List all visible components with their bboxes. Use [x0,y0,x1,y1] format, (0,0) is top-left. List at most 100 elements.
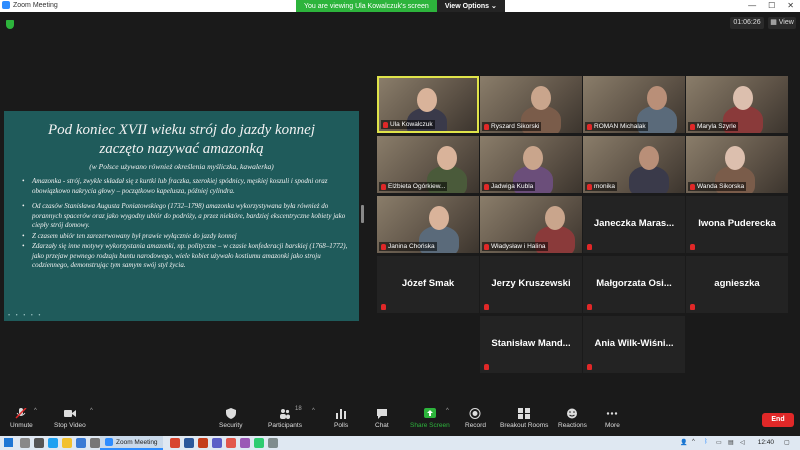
view-button[interactable]: ▦ View [768,17,796,29]
edge-icon[interactable] [48,438,58,448]
share-screen-button[interactable]: Share Screen [410,408,450,429]
audio-options-caret[interactable]: ^ [34,408,37,414]
reactions-label: Reactions [558,422,587,429]
tray-volume-icon[interactable]: ◁ [740,439,745,446]
shared-screen[interactable]: Pod koniec XVII wieku strój do jazdy kon… [4,111,359,321]
participant-tile[interactable]: Ula Kowalczuk [377,76,479,133]
slide-nav-dots[interactable]: • • • • • [8,313,43,319]
word-icon[interactable] [184,438,194,448]
participant-tile[interactable]: Stanisław Mand... [480,316,582,373]
meeting-toolbar: Unmute ^ Stop Video ^ Security Participa… [0,404,800,436]
participant-video-face [437,146,457,170]
split-handle[interactable] [361,205,364,223]
windows-start-icon[interactable] [4,438,13,447]
participant-tile[interactable]: Elżbieta Ogórkiew... [377,136,479,193]
participant-tile[interactable]: Władysław i Halina [480,196,582,253]
participants-options-caret[interactable]: ^ [312,408,315,414]
muted-microphone-icon [690,244,695,250]
slide-bullet: Od czasów Stanisława Augusta Poniatowski… [22,202,352,231]
record-button[interactable]: Record [465,408,486,429]
participant-tile[interactable]: ROMAN Michalak [583,76,685,133]
chat-button[interactable]: Chat [375,408,389,429]
windows-taskbar: Zoom Meeting 👤 ^ ᛒ ▭ ▤ ◁ 12:40 ▢ [0,436,800,450]
participant-name-label: Władysław i Halina [491,243,546,250]
media-player-icon[interactable] [240,438,250,448]
muted-microphone-icon [587,364,592,370]
polls-icon [336,409,347,419]
participant-tile[interactable]: Maryla Szyrle [686,76,788,133]
tray-people-icon[interactable]: 👤 [680,439,687,446]
search-icon[interactable] [20,438,30,448]
participant-tile[interactable]: Małgorzata Osi... [583,256,685,313]
muted-microphone-icon [484,183,489,190]
participants-label: Participants [268,422,302,429]
maximize-icon[interactable]: ☐ [768,1,775,10]
participant-tile[interactable]: monika [583,136,685,193]
tray-network-icon[interactable]: ▤ [728,439,734,446]
app-icon[interactable] [268,438,278,448]
unmute-button[interactable]: Unmute [10,408,33,429]
participant-name: monika [585,182,617,191]
participant-name: agnieszka [714,278,760,289]
participant-tile[interactable]: Janeczka Maras... [583,196,685,253]
participant-video-face [725,146,745,170]
participant-tile[interactable]: agnieszka [686,256,788,313]
participant-tile[interactable]: Janina Chońska [377,196,479,253]
participant-tile[interactable]: Jerzy Kruszewski [480,256,582,313]
unmute-label: Unmute [10,422,33,429]
participant-video-face [417,88,437,112]
muted-microphone-icon [690,304,695,310]
participant-name-label: ROMAN Michalak [594,123,646,130]
muted-microphone-icon [690,123,695,130]
muted-microphone-icon [381,304,386,310]
app-icon[interactable] [254,438,264,448]
view-options-button[interactable]: View Options ⌄ [436,0,505,12]
stop-video-button[interactable]: Stop Video [54,408,86,429]
mail-icon[interactable] [90,438,100,448]
participant-tile[interactable]: Iwona Puderecka [686,196,788,253]
participant-tile[interactable]: Józef Smak [377,256,479,313]
taskbar-clock: 12:40 [757,439,774,446]
minimize-icon[interactable]: — [748,1,756,10]
security-shield-icon[interactable] [6,20,14,29]
record-icon [469,408,481,419]
microphone-muted-icon [15,408,27,419]
tray-up-arrow-icon[interactable]: ^ [692,439,695,445]
breakout-rooms-button[interactable]: Breakout Rooms [500,408,548,429]
notifications-icon[interactable]: ▢ [784,439,790,446]
participant-name: Stanisław Mand... [491,338,571,349]
video-options-caret[interactable]: ^ [90,408,93,414]
shield-icon [225,408,236,419]
end-meeting-button[interactable]: End [762,413,794,427]
participant-name: ROMAN Michalak [585,122,648,131]
reactions-button[interactable]: Reactions [558,408,587,429]
polls-button[interactable]: Polls [334,408,348,429]
app-icon[interactable] [170,438,180,448]
teams-icon[interactable] [212,438,222,448]
more-button[interactable]: More [605,408,620,429]
tray-battery-icon[interactable]: ▭ [716,439,722,446]
breakout-rooms-label: Breakout Rooms [500,422,549,429]
participant-tile[interactable]: Jadwiga Kubla [480,136,582,193]
muted-microphone-icon [484,243,489,250]
security-button[interactable]: Security [219,408,242,429]
participant-video-figure [629,166,669,193]
taskbar-zoom-meeting[interactable]: Zoom Meeting [100,436,163,450]
participant-name-label: Ula Kowalczuk [390,121,433,128]
task-view-icon[interactable] [34,438,44,448]
file-explorer-icon[interactable] [62,438,72,448]
participant-tile[interactable]: Wanda Sikorska [686,136,788,193]
store-icon[interactable] [76,438,86,448]
tray-bluetooth-icon[interactable]: ᛒ [704,439,708,445]
close-icon[interactable]: ✕ [787,1,794,10]
participant-tile[interactable]: Ryszard Sikorski [480,76,582,133]
acrobat-icon[interactable] [226,438,236,448]
powerpoint-icon[interactable] [198,438,208,448]
slide-bullets: Amazonka - strój, zwykle składał się z k… [22,177,352,277]
participant-tile[interactable]: Ania Wilk-Wiśni... [583,316,685,373]
participant-name: Jerzy Kruszewski [491,278,571,289]
share-options-caret[interactable]: ^ [446,408,449,414]
participant-name: Małgorzata Osi... [596,278,672,289]
polls-label: Polls [334,422,349,429]
participant-name: Iwona Puderecka [698,218,776,229]
